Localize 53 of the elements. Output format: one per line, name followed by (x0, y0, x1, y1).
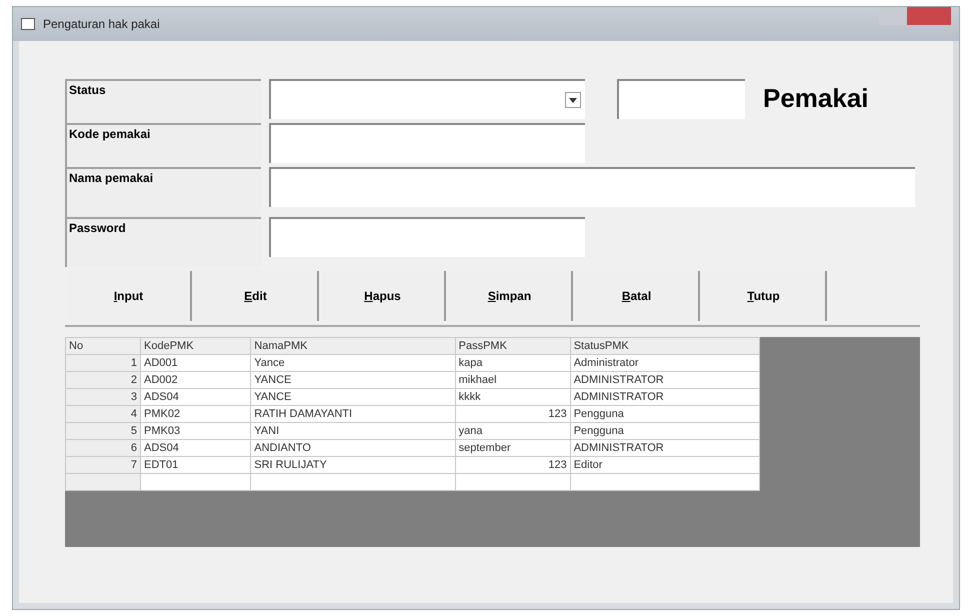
input-field[interactable] (617, 79, 745, 119)
table-cell: mikhael (455, 372, 570, 388)
table-cell: 4 (66, 406, 140, 422)
table-cell: 3 (66, 388, 140, 406)
table-cell: YANCE (250, 388, 456, 406)
table-cell: ADS04 (140, 440, 251, 456)
table-cell: 5 (66, 422, 140, 440)
table-cell: YANCE (250, 372, 456, 388)
table-cell: ANDIANTO (250, 440, 456, 456)
column-header: NamaPMK (250, 338, 456, 354)
table-cell: 123 (455, 456, 570, 474)
table-cell: ADMINISTRATOR (570, 388, 760, 406)
input-field[interactable] (269, 217, 585, 257)
caret-icon (565, 92, 581, 108)
window-title: Pengaturan hak pakai (43, 17, 161, 31)
field-label: Password (65, 217, 261, 267)
field-label: Status (65, 79, 261, 123)
input-field[interactable] (269, 167, 915, 207)
table-cell: PMK02 (140, 406, 251, 422)
table-cell: EDT01 (140, 456, 251, 474)
table-cell: YANI (250, 422, 456, 440)
column-header: PassPMK (455, 338, 570, 354)
table-cell: kkkk (455, 388, 570, 406)
input-field[interactable] (269, 123, 585, 163)
status-dropdown[interactable] (269, 79, 585, 119)
table-cell: 6 (66, 440, 140, 456)
table-cell: PMK03 (140, 422, 251, 440)
column-header: StatusPMK (570, 338, 760, 354)
table-cell: RATIH DAMAYANTI (250, 406, 456, 422)
form-heading: Pemakai (763, 83, 869, 114)
table-cell: Pengguna (570, 422, 760, 440)
table-cell: ADMINISTRATOR (570, 372, 760, 388)
table-cell: Pengguna (570, 406, 760, 422)
table-cell: AD002 (140, 372, 251, 388)
table-cell: AD001 (140, 354, 251, 372)
field-label: Kode pemakai (65, 123, 261, 167)
column-header: KodePMK (140, 338, 251, 354)
table-cell: Yance (250, 354, 456, 372)
table-cell: Editor (570, 456, 760, 474)
field-label: Nama pemakai (65, 167, 261, 217)
column-header: No (66, 338, 140, 354)
table-cell: 2 (66, 372, 140, 388)
table-cell: 7 (66, 456, 140, 474)
window-icon (21, 18, 35, 30)
table-cell: Administrator (570, 354, 760, 372)
table-cell: SRI RULIJATY (250, 456, 456, 474)
table-cell: yana (455, 422, 570, 440)
table-cell: kapa (455, 354, 570, 372)
table-cell: ADMINISTRATOR (570, 440, 760, 456)
table-cell: september (455, 440, 570, 456)
table-cell: ADS04 (140, 388, 251, 406)
table-cell: 1 (66, 354, 140, 372)
table-cell: 123 (455, 406, 570, 422)
